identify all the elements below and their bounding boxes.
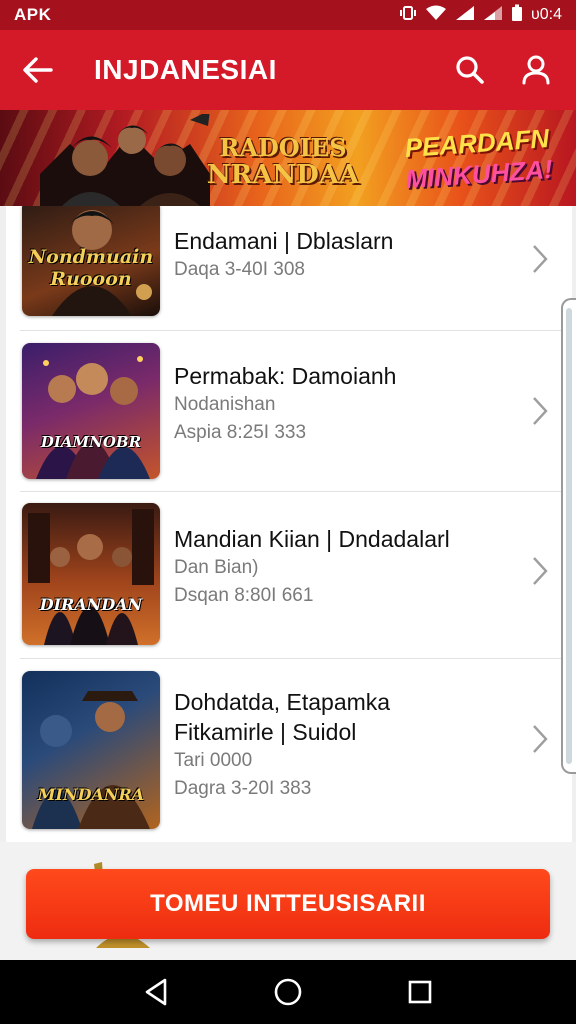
item-title: Endamani | Dblaslarn [174,228,394,254]
list-item[interactable]: Nondmuain Ruooon Endamani | Dblaslarn Da… [6,206,572,330]
person-icon[interactable] [514,48,558,92]
scroll-handle[interactable] [561,298,576,774]
circle-home-icon[interactable] [266,970,310,1014]
signal-icon [455,5,475,26]
game-thumbnail: MINDANRA [22,671,160,829]
status-app-label: APK [14,5,52,24]
primary-action-button[interactable]: TOMEU INTTEUSISARII [26,869,550,939]
item-subtitle: Dan Bian) [174,557,259,578]
signal-icon [483,5,503,26]
item-title: Dohdatda, Etapamka [174,689,391,715]
thumbnail-caption: DIRANDAN [39,595,143,614]
scroll-track [566,308,572,764]
item-subtitle: Nodanishan [174,394,276,415]
page-title: INJDANESIAI [94,54,277,85]
triangle-back-icon[interactable] [134,970,178,1014]
item-detail: Dsqan 8:80I 661 [174,585,314,606]
thumbnail-caption: DIAMNOBR [40,433,142,451]
wifi-icon [425,5,447,26]
chevron-right-icon [533,397,548,425]
list-item[interactable]: DIAMNOBR Permabak: Damoianh Nodanishan A… [6,331,572,491]
item-subtitle: Tari 0000 [174,750,253,771]
chevron-right-icon [533,245,548,273]
list-item[interactable]: DIRANDAN Mandian Kiian | Dndadalarl Dan … [6,492,572,658]
banner-game-logo: RADOIES NRANDAA [206,130,360,194]
arrow-left-icon[interactable] [18,50,58,90]
item-title: Permabak: Damoianh [174,363,397,389]
status-bar: APK υ0:4 [0,0,576,30]
item-detail: Aspia 8:25I 333 [174,422,307,443]
banner-logo-line-1: RADOIES [219,133,347,162]
list-item[interactable]: MINDANRA Dohdatda, Etapamka Fitkamirle |… [6,659,572,842]
square-recents-icon[interactable] [398,970,442,1014]
app-bar: INJDANESIAI [0,30,576,110]
status-icons: υ0:4 [399,4,562,27]
vibrate-icon [399,5,417,25]
search-icon[interactable] [448,48,492,92]
battery-icon [511,4,523,27]
item-title-line-2: Fitkamirle | Suidol [174,719,357,745]
system-nav-bar [0,960,576,1024]
game-thumbnail: DIAMNOBR [22,343,160,479]
banner-characters-image [40,114,210,206]
game-list: Nondmuain Ruooon Endamani | Dblaslarn Da… [6,206,572,842]
status-time: υ0:4 [531,6,562,23]
item-title: Mandian Kiian | Dndadalarl [174,526,450,552]
banner-promo-text: PEARDAFN MINKUHZA! [386,122,570,196]
game-thumbnail: Nondmuain Ruooon [22,206,160,316]
thumbnail-caption: MINDANRA [37,785,145,804]
item-detail: Dagra 3-20I 383 [174,778,312,799]
thumbnail-caption: Nondmuain Ruooon [28,246,154,290]
banner-logo-line-2: NRANDAA [206,160,360,190]
promo-banner[interactable]: RADOIES NRANDAA PEARDAFN MINKUHZA! [0,110,576,206]
chevron-right-icon [533,725,548,753]
item-detail: Daqa 3-40I 308 [174,259,305,280]
game-thumbnail: DIRANDAN [22,503,160,645]
chevron-right-icon [533,557,548,585]
